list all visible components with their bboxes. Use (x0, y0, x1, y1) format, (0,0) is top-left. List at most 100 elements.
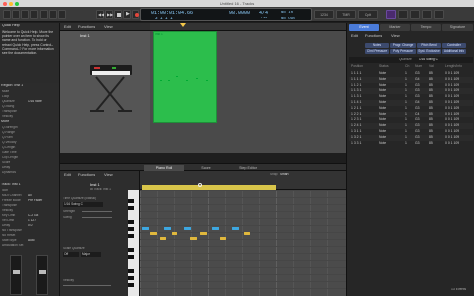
inspector-button[interactable] (12, 10, 20, 19)
loop-browser-button[interactable] (410, 10, 420, 19)
track-row[interactable]: Inst 1 (60, 31, 150, 153)
midi-region[interactable]: Inst 1 (153, 31, 217, 123)
event-functions-menu[interactable]: Functions (365, 34, 382, 38)
minimize-window-button[interactable] (9, 2, 13, 6)
swing-slider[interactable] (82, 217, 112, 218)
piano-keyboard[interactable] (128, 190, 139, 296)
column-val[interactable]: Val (429, 64, 434, 68)
midi-note[interactable] (220, 237, 226, 240)
playhead-icon[interactable] (180, 23, 186, 27)
forward-button[interactable]: ▶▶ (105, 10, 113, 19)
tracks-menu-edit[interactable]: Edit (64, 25, 71, 29)
tab-signature[interactable]: Signature (442, 24, 473, 31)
list-editors-button[interactable] (386, 10, 396, 19)
event-quantize-select[interactable]: 1/16 Swing C (419, 58, 438, 61)
close-window-button[interactable] (3, 2, 7, 6)
scale-type-select[interactable]: Major (81, 252, 101, 257)
filter-controller-button[interactable]: Controller (442, 43, 466, 48)
fader-knob[interactable] (13, 270, 20, 274)
midi-note[interactable] (200, 232, 207, 235)
inspector-row[interactable]: Dynamics (2, 171, 58, 176)
zoom-window-button[interactable] (15, 2, 19, 6)
black-key[interactable] (128, 234, 134, 238)
filter-progr-change-button[interactable]: Progr. Change (390, 43, 416, 48)
editor-view-menu[interactable]: View (104, 173, 113, 177)
quick-help-button[interactable] (21, 10, 29, 19)
tracks-ruler[interactable] (150, 23, 346, 31)
midi-note[interactable] (190, 237, 197, 240)
midi-note[interactable] (244, 232, 250, 235)
black-key[interactable] (128, 206, 134, 210)
midi-note[interactable] (212, 227, 219, 230)
black-key[interactable] (128, 227, 134, 231)
filter-sysex-button[interactable]: Syst. Exclusive (417, 49, 441, 54)
output-fader[interactable] (36, 255, 48, 295)
piano-roll-ruler[interactable]: Snap: Smart (140, 171, 346, 190)
playhead-icon[interactable] (198, 183, 202, 187)
black-key[interactable] (128, 255, 134, 259)
black-key[interactable] (128, 199, 134, 203)
record-button[interactable] (132, 10, 139, 19)
inspector-row-value[interactable]: 0.0 (28, 224, 32, 227)
column-status[interactable]: Status (379, 64, 389, 68)
filter-poly-pressure-button[interactable]: Poly Pressure (390, 49, 416, 54)
inspector-row-value[interactable]: C-2 G8 (28, 214, 38, 217)
piano-roll-grid[interactable] (140, 190, 346, 296)
inspector-row-value[interactable]: 1 127 (28, 219, 36, 222)
midi-note[interactable] (150, 232, 157, 235)
editors-button[interactable] (58, 10, 66, 19)
black-key[interactable] (128, 283, 134, 287)
midi-note[interactable] (184, 227, 191, 230)
mode-button-2[interactable]: TMR (336, 10, 356, 19)
midi-note[interactable] (142, 227, 149, 230)
black-key[interactable] (128, 220, 134, 224)
inspector-row-value[interactable]: 1/16 Note (28, 100, 42, 103)
toolbar-button[interactable] (30, 10, 38, 19)
inspector-row-value[interactable]: All (28, 194, 32, 197)
black-key[interactable] (128, 269, 134, 273)
midi-note[interactable] (164, 227, 171, 230)
column-length-info[interactable]: Length/Info (445, 64, 462, 68)
mixer-button[interactable] (49, 10, 57, 19)
time-quantize-select[interactable]: 1/16 Swing C (63, 202, 103, 207)
track-header[interactable]: Track: Inst 1 (1, 183, 59, 188)
tab-marker[interactable]: Marker (380, 24, 410, 31)
browsers-button[interactable] (422, 10, 432, 19)
tracks-menu-functions[interactable]: Functions (78, 25, 95, 29)
velocity-slider[interactable] (63, 285, 111, 286)
strength-slider[interactable] (82, 211, 112, 212)
stop-button[interactable] (114, 10, 122, 19)
tracks-menu-view[interactable]: View (104, 25, 113, 29)
event-row[interactable]: 1 3 3 1 Note 1 G3 85 0 0 1 109 (349, 141, 473, 147)
smart-controls-button[interactable] (40, 10, 48, 19)
midi-note[interactable] (232, 227, 239, 230)
column-ch[interactable]: Ch (405, 64, 409, 68)
black-key[interactable] (128, 276, 134, 280)
play-button[interactable]: ▶ (123, 10, 131, 19)
editor-functions-menu[interactable]: Functions (78, 173, 95, 177)
event-edit-menu[interactable]: Edit (351, 34, 358, 38)
column-num[interactable]: Num (415, 64, 422, 68)
filter-notes-button[interactable]: Notes (365, 43, 389, 48)
filter-pitch-bend-button[interactable]: Pitch Bend (417, 43, 441, 48)
editor-edit-menu[interactable]: Edit (64, 173, 71, 177)
filter-additional-info-button[interactable]: Additional Info (442, 49, 466, 54)
black-key[interactable] (128, 248, 134, 252)
snap-select[interactable]: Smart (280, 173, 289, 176)
notepad-button[interactable] (398, 10, 408, 19)
output-fader-knob[interactable] (39, 270, 46, 274)
inspector-row-value[interactable]: Pre Fader (28, 199, 42, 202)
event-view-menu[interactable]: View (391, 34, 400, 38)
media-button[interactable] (434, 10, 444, 19)
midi-note[interactable] (172, 232, 177, 235)
tab-event[interactable]: Event (349, 24, 379, 31)
scale-root-select[interactable]: Off (63, 252, 79, 257)
region-header[interactable]: Region: Inst 1 (1, 84, 59, 89)
mode-button-3[interactable]: Cplt (358, 10, 378, 19)
rewind-button[interactable]: ◀◀ (96, 10, 104, 19)
lcd-display[interactable]: 01:00:01:04.66 3 1 1 1 98.0000 4/4 /16 N… (140, 8, 312, 21)
channel-fader[interactable] (10, 255, 22, 295)
library-button[interactable] (3, 10, 11, 19)
mode-button-1[interactable]: 1234 (314, 10, 334, 19)
midi-note[interactable] (160, 237, 166, 240)
